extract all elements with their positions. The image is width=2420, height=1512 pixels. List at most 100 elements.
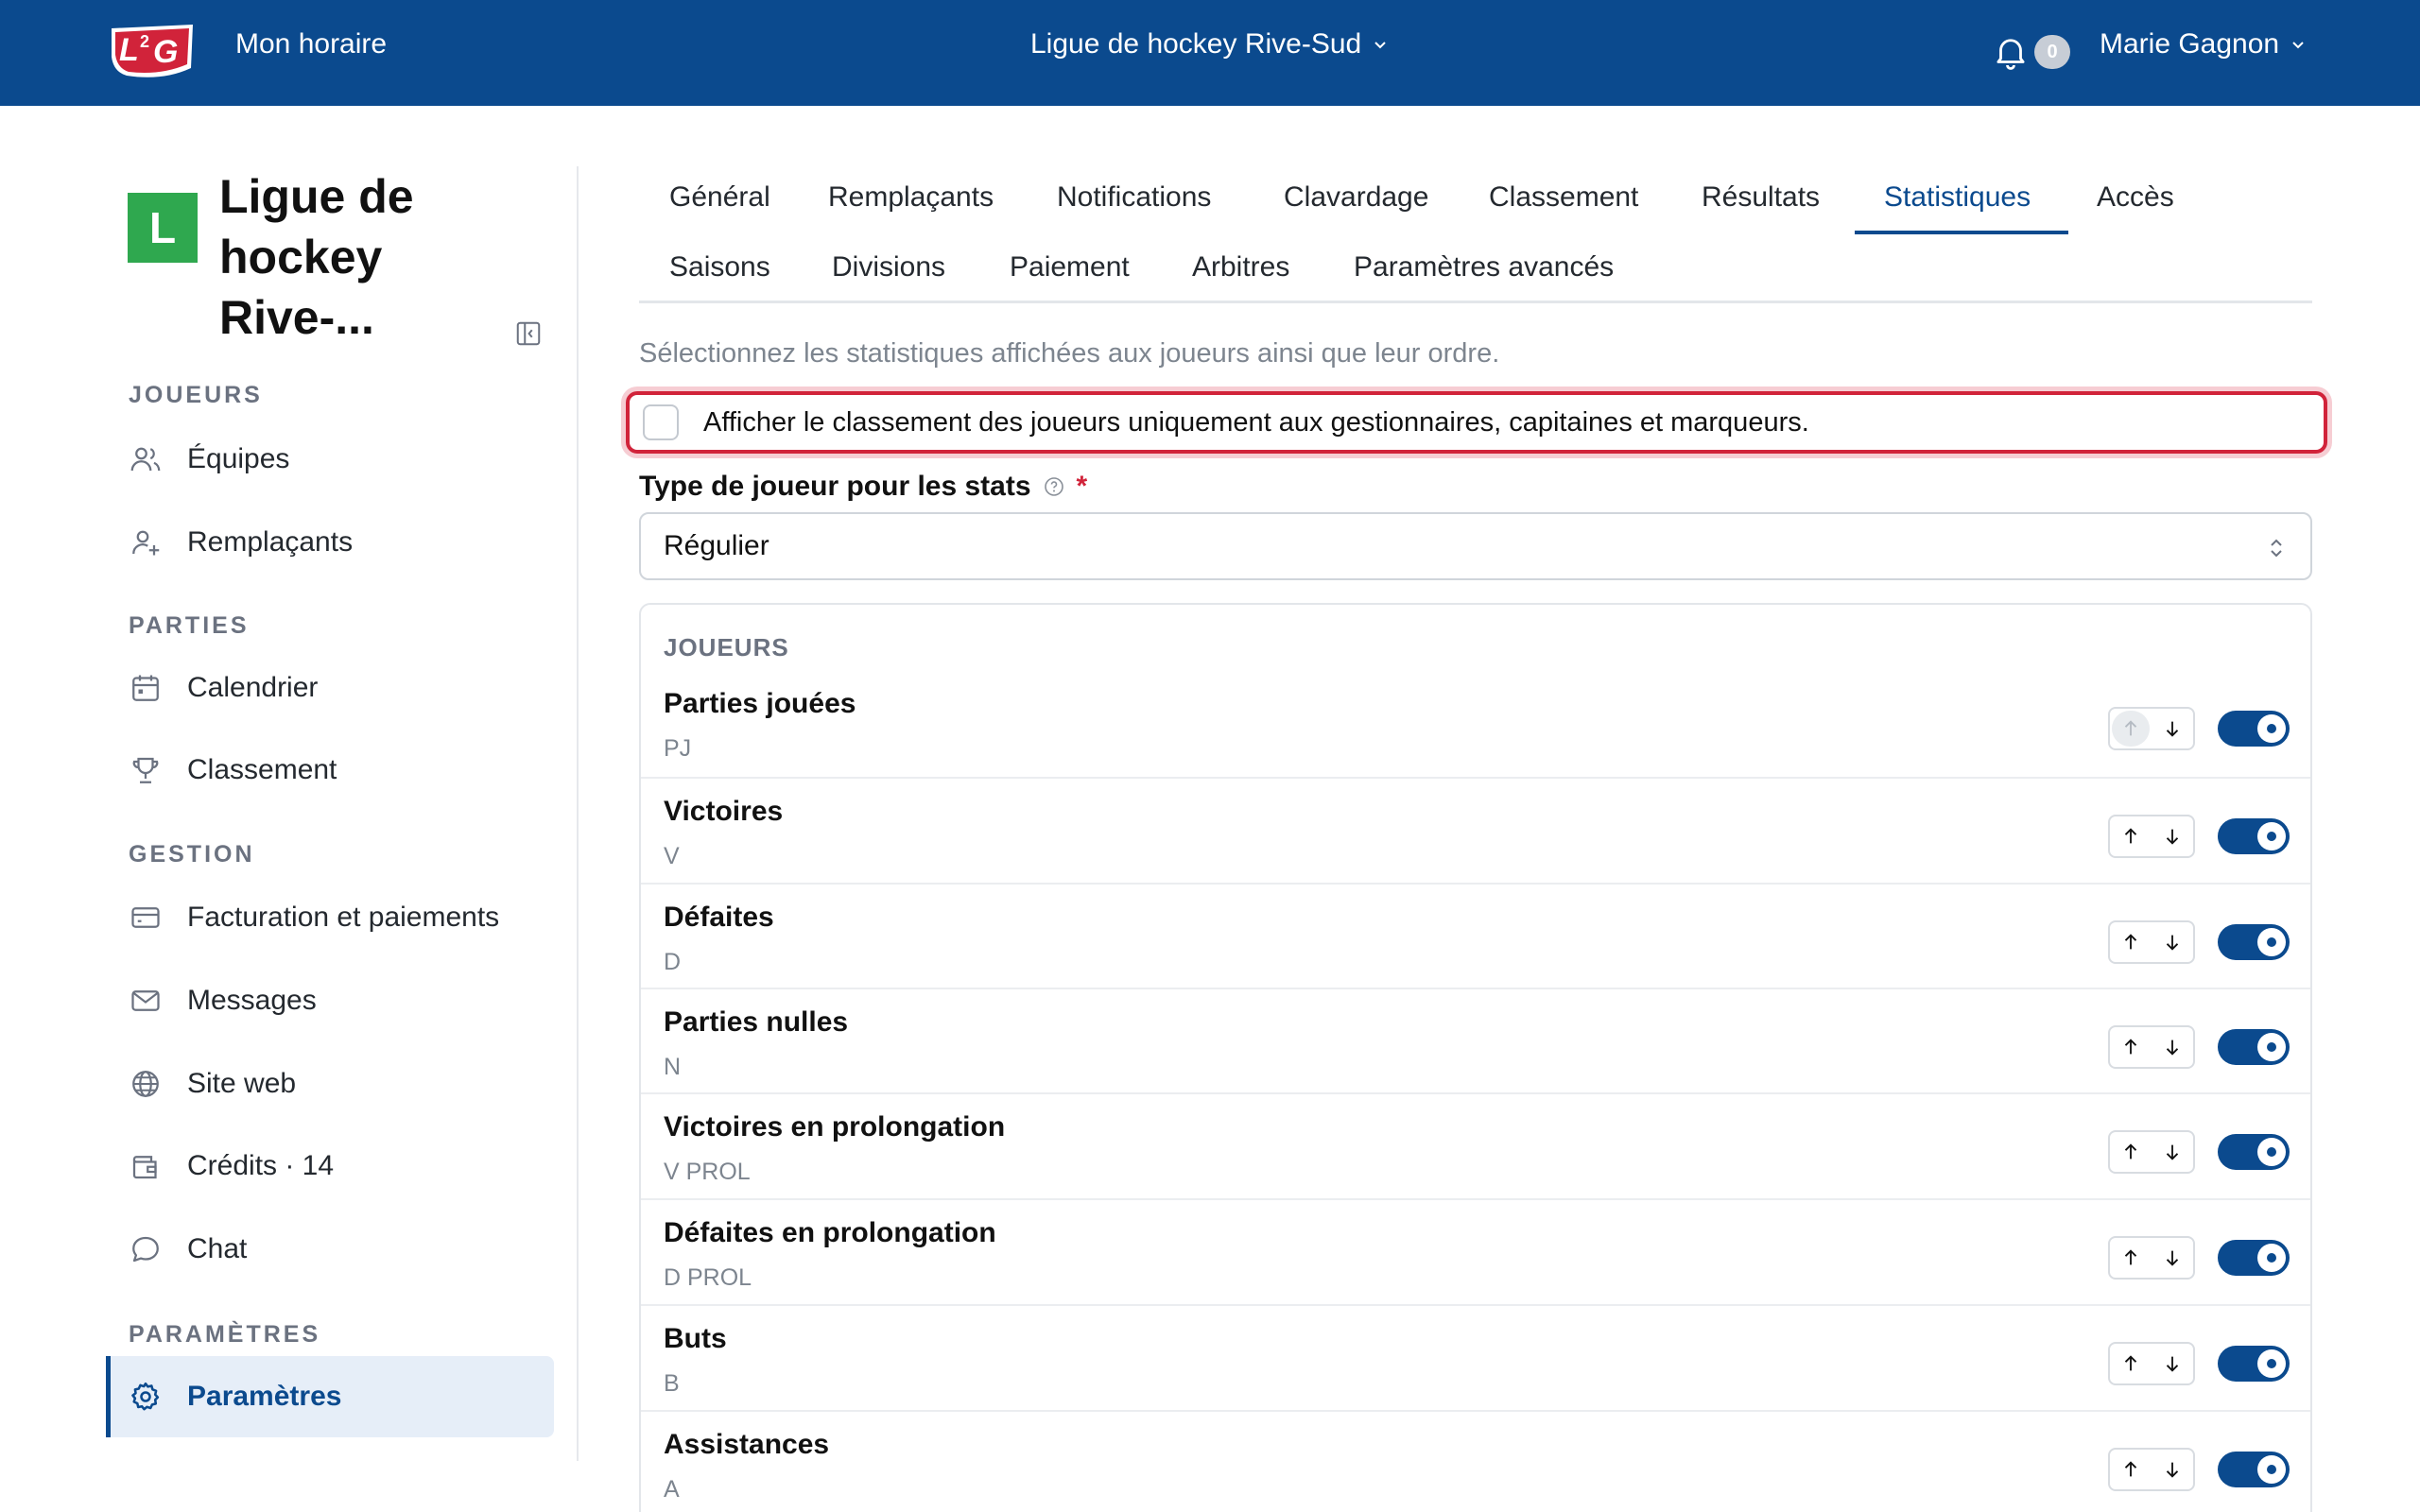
stat-abbreviation: D PROL (664, 1264, 752, 1291)
users-icon (130, 447, 161, 472)
reorder-controls (2108, 1236, 2195, 1280)
tab-notifications[interactable]: Notifications (1027, 181, 1241, 214)
app-logo[interactable]: L 2 G (106, 19, 199, 83)
move-down-button[interactable] (2152, 922, 2193, 962)
league-selector-label: Ligue de hockey Rive-Sud (1030, 28, 1362, 60)
collapse-sidebar-icon[interactable] (514, 319, 543, 348)
stat-abbreviation: V PROL (664, 1159, 751, 1185)
help-circle-icon[interactable] (1043, 475, 1065, 498)
sidebar-item-credits[interactable]: Crédits · 14 (106, 1125, 554, 1207)
move-up-button[interactable] (2110, 1344, 2152, 1383)
player-type-select[interactable]: Régulier (639, 512, 2312, 580)
move-up-button[interactable] (2110, 1027, 2152, 1067)
league-selector[interactable]: Ligue de hockey Rive-Sud (1030, 28, 1388, 60)
chat-bubble-icon (132, 1236, 159, 1263)
reorder-controls (2108, 707, 2195, 750)
toggle-dot (2267, 1359, 2276, 1368)
restrict-standings-option[interactable]: Afficher le classement des joueurs uniqu… (626, 391, 2327, 454)
move-up-button[interactable] (2110, 1238, 2152, 1278)
stat-visibility-toggle[interactable] (2218, 818, 2290, 854)
top-bar: L 2 G Mon horaire Ligue de hockey Rive-S… (0, 0, 2420, 106)
tab-arbitres[interactable]: Arbitres (1162, 251, 1320, 284)
sidebar-item-calendrier[interactable]: Calendrier (106, 647, 554, 729)
player-type-label: Type de joueur pour les stats * (639, 471, 1087, 503)
tab-clavardage[interactable]: Clavardage (1253, 181, 1459, 214)
stat-visibility-toggle[interactable] (2218, 1346, 2290, 1382)
move-down-button[interactable] (2152, 1344, 2193, 1383)
restrict-standings-label: Afficher le classement des joueurs uniqu… (703, 406, 1809, 438)
move-up-button[interactable] (2110, 922, 2152, 962)
move-up-button[interactable] (2110, 1132, 2152, 1172)
stat-visibility-toggle[interactable] (2218, 924, 2290, 960)
tab-parametres-avances[interactable]: Paramètres avancés (1323, 251, 1644, 284)
sidebar-item-label: Site web (187, 1068, 297, 1099)
restrict-standings-checkbox[interactable] (643, 404, 679, 440)
arrow-down-icon (2166, 1356, 2179, 1372)
tab-statistiques[interactable]: Statistiques (1854, 181, 2061, 214)
trophy-icon (132, 757, 159, 783)
reorder-controls (2108, 1025, 2195, 1069)
sidebar-item-label: Messages (187, 985, 317, 1016)
sidebar-item-facturation[interactable]: Facturation et paiements (106, 877, 554, 958)
stat-abbreviation: D (664, 949, 682, 975)
tab-remplacants[interactable]: Remplaçants (798, 181, 1024, 214)
move-down-button[interactable] (2152, 1027, 2193, 1067)
sidebar-item-label: Remplaçants (187, 526, 354, 558)
arrow-down-icon (2166, 1462, 2179, 1478)
sidebar-item-site-web[interactable]: Site web (106, 1043, 554, 1125)
move-down-button[interactable] (2152, 709, 2193, 748)
sidebar-item-parametres[interactable]: Paramètres (106, 1356, 554, 1437)
tab-general[interactable]: Général (639, 181, 801, 214)
toggle-dot (2267, 1147, 2276, 1157)
stat-name: Parties jouées (664, 688, 856, 719)
move-down-button[interactable] (2152, 1132, 2193, 1172)
stat-visibility-toggle[interactable] (2218, 1452, 2290, 1487)
globe-icon (132, 1071, 159, 1097)
sidebar-item-equipes[interactable]: Équipes (106, 419, 554, 500)
chevron-down-icon (1374, 42, 1386, 49)
reorder-controls (2108, 1342, 2195, 1385)
svg-text:L: L (119, 32, 139, 68)
tab-saisons[interactable]: Saisons (639, 251, 801, 284)
sidebar-item-label: Facturation et paiements (187, 902, 500, 933)
move-up-button[interactable] (2110, 1450, 2152, 1489)
tab-paiement[interactable]: Paiement (979, 251, 1160, 284)
stat-visibility-toggle[interactable] (2218, 1029, 2290, 1065)
tab-resultats[interactable]: Résultats (1671, 181, 1850, 214)
reorder-controls (2108, 920, 2195, 964)
notifications-button[interactable] (1991, 32, 2031, 72)
svg-text:G: G (153, 34, 178, 70)
move-down-button[interactable] (2152, 816, 2193, 856)
stat-name: Assistances (664, 1429, 830, 1460)
stat-row: Victoires en prolongation V PROL (641, 1092, 2310, 1198)
move-down-button[interactable] (2152, 1238, 2193, 1278)
stat-name: Victoires (664, 796, 784, 827)
reorder-controls (2108, 1130, 2195, 1174)
sidebar-item-messages[interactable]: Messages (106, 960, 554, 1041)
sidebar-item-remplacants[interactable]: Remplaçants (106, 502, 554, 583)
arrow-up-icon (2124, 720, 2137, 736)
sidebar-item-chat[interactable]: Chat (106, 1209, 554, 1290)
toggle-dot (2267, 937, 2276, 947)
mail-icon (131, 990, 160, 1011)
arrow-down-icon (2166, 721, 2179, 737)
bell-icon (1996, 39, 2025, 70)
gear-icon (131, 1382, 160, 1411)
move-up-button[interactable] (2112, 711, 2150, 747)
arrow-up-icon (2124, 934, 2137, 950)
tab-divisions[interactable]: Divisions (802, 251, 976, 284)
stat-visibility-toggle[interactable] (2218, 711, 2290, 747)
tab-classement[interactable]: Classement (1459, 181, 1668, 214)
tab-acces[interactable]: Accès (2066, 181, 2204, 214)
stat-abbreviation: V (664, 843, 680, 869)
toggle-knob (2257, 1349, 2286, 1378)
stat-visibility-toggle[interactable] (2218, 1240, 2290, 1276)
move-down-button[interactable] (2152, 1450, 2193, 1489)
user-menu[interactable]: Marie Gagnon (2100, 28, 2306, 60)
toggle-knob (2257, 822, 2286, 850)
stat-visibility-toggle[interactable] (2218, 1134, 2290, 1170)
toggle-dot (2267, 1042, 2276, 1052)
move-up-button[interactable] (2110, 816, 2152, 856)
my-schedule-link[interactable]: Mon horaire (235, 28, 387, 60)
sidebar-item-classement[interactable]: Classement (106, 730, 554, 811)
